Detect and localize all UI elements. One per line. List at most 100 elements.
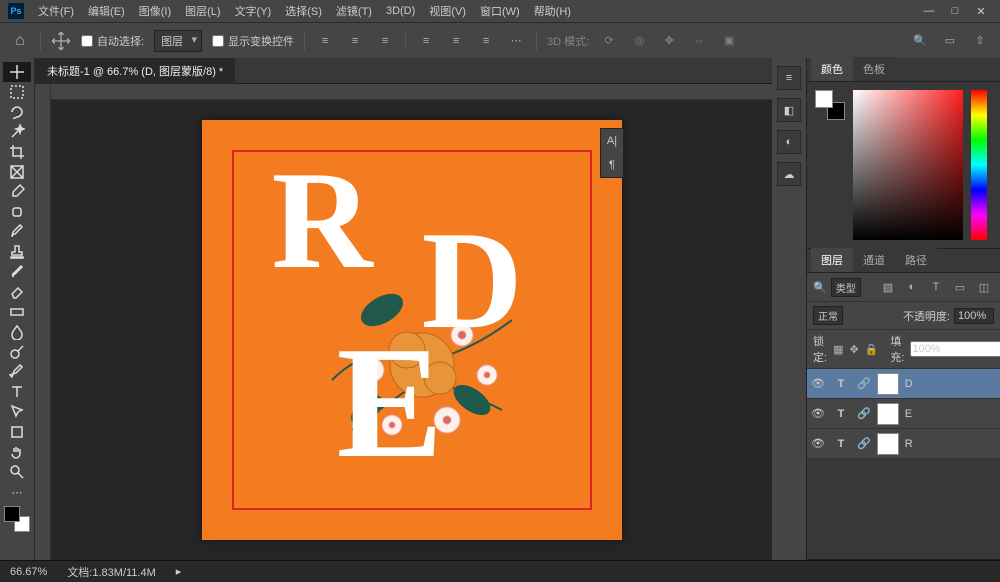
layer-name[interactable]: D — [905, 378, 913, 390]
menu-3d[interactable]: 3D(D) — [380, 3, 421, 19]
foreground-background-swatches[interactable] — [4, 506, 30, 536]
fill-input[interactable] — [910, 341, 1000, 357]
history-brush-tool[interactable] — [3, 262, 31, 282]
show-transform-checkbox[interactable]: 显示变换控件 — [212, 33, 294, 49]
visibility-icon[interactable]: 👁 — [811, 407, 825, 420]
menu-filter[interactable]: 滤镜(T) — [330, 1, 378, 21]
color-panel: 颜色 色板 — [807, 58, 1000, 249]
align-center-v-icon[interactable]: ≡ — [446, 31, 466, 51]
share-icon[interactable]: ⇧ — [970, 31, 990, 51]
workspace-icon[interactable]: ▭ — [940, 31, 960, 51]
move-tool[interactable] — [3, 62, 31, 82]
marquee-tool[interactable] — [3, 82, 31, 102]
filter-image-icon[interactable]: ▧ — [878, 277, 898, 297]
layer-row[interactable]: 👁 T 🔗 E — [807, 399, 1000, 429]
menu-select[interactable]: 选择(S) — [279, 1, 328, 21]
pen-tool[interactable] — [3, 362, 31, 382]
properties-icon[interactable]: ◧ — [777, 98, 801, 122]
shape-tool[interactable] — [3, 422, 31, 442]
layer-filter-type[interactable]: 类型 — [831, 278, 861, 297]
filter-adjust-icon[interactable]: ◐ — [902, 277, 922, 297]
menu-window[interactable]: 窗口(W) — [474, 1, 526, 21]
glyphs-mini-panel[interactable]: A| ¶ — [600, 128, 624, 178]
menu-bar: Ps 文件(F) 编辑(E) 图像(I) 图层(L) 文字(Y) 选择(S) 滤… — [0, 0, 1000, 22]
auto-select-checkbox[interactable]: 自动选择: — [81, 33, 144, 49]
canvas-viewport[interactable]: R D E A| ¶ — [51, 100, 772, 560]
tab-channels[interactable]: 通道 — [853, 248, 895, 272]
close-button[interactable]: ✕ — [974, 4, 988, 18]
maximize-button[interactable]: □ — [948, 4, 962, 18]
eraser-tool[interactable] — [3, 282, 31, 302]
blur-tool[interactable] — [3, 322, 31, 342]
tab-layers[interactable]: 图层 — [811, 248, 853, 272]
color-field[interactable] — [853, 90, 963, 240]
opacity-label: 不透明度: — [903, 308, 950, 324]
visibility-icon[interactable]: 👁 — [811, 377, 825, 390]
frame-tool[interactable] — [3, 162, 31, 182]
tab-swatches[interactable]: 色板 — [853, 57, 895, 81]
menu-help[interactable]: 帮助(H) — [528, 1, 577, 21]
healing-tool[interactable] — [3, 202, 31, 222]
layer-name[interactable]: R — [905, 438, 913, 450]
layer-row[interactable]: 👁 T 🔗 D — [807, 369, 1000, 399]
minimize-button[interactable]: — — [922, 4, 936, 18]
gradient-tool[interactable] — [3, 302, 31, 322]
hand-tool[interactable] — [3, 442, 31, 462]
history-icon[interactable]: ≡ — [777, 66, 801, 90]
adjustments-icon[interactable]: ◐ — [777, 130, 801, 154]
layer-row[interactable]: 👁 T 🔗 R — [807, 429, 1000, 459]
menu-edit[interactable]: 编辑(E) — [82, 1, 131, 21]
align-center-h-icon[interactable]: ≡ — [345, 31, 365, 51]
type-layer-icon: T — [831, 438, 851, 450]
glyphs-pilcrow-icon: ¶ — [609, 159, 615, 171]
document-size[interactable]: 文档:1.83M/11.4M — [67, 564, 155, 580]
menu-view[interactable]: 视图(V) — [423, 1, 472, 21]
align-right-icon[interactable]: ≡ — [375, 31, 395, 51]
layer-mask-thumb[interactable] — [877, 403, 899, 425]
type-tool[interactable] — [3, 382, 31, 402]
libraries-icon[interactable]: ☁ — [777, 162, 801, 186]
crop-tool[interactable] — [3, 142, 31, 162]
filter-type-icon[interactable]: T — [926, 277, 946, 297]
align-top-icon[interactable]: ≡ — [416, 31, 436, 51]
layer-name[interactable]: E — [905, 408, 912, 420]
menu-layer[interactable]: 图层(L) — [179, 1, 226, 21]
menu-file[interactable]: 文件(F) — [32, 1, 80, 21]
lock-all-icon[interactable]: 🔒 — [865, 339, 879, 359]
more-align-icon[interactable]: ⋯ — [506, 31, 526, 51]
document-canvas[interactable]: R D E — [202, 120, 622, 540]
type-layer-icon: T — [831, 378, 851, 390]
auto-select-target-dropdown[interactable]: 图层 — [154, 30, 202, 52]
auto-select-label: 自动选择: — [97, 33, 144, 49]
visibility-icon[interactable]: 👁 — [811, 437, 825, 450]
color-swatches[interactable] — [815, 90, 845, 120]
dodge-tool[interactable] — [3, 342, 31, 362]
document-tab[interactable]: 未标题-1 @ 66.7% (D, 图层蒙版/8) * — [35, 58, 235, 84]
magic-wand-tool[interactable] — [3, 122, 31, 142]
blend-mode-dropdown[interactable]: 正常 — [813, 306, 843, 325]
lasso-tool[interactable] — [3, 102, 31, 122]
opacity-input[interactable] — [954, 308, 994, 324]
lock-pixels-icon[interactable]: ▦ — [833, 339, 843, 359]
brush-tool[interactable] — [3, 222, 31, 242]
align-left-icon[interactable]: ≡ — [315, 31, 335, 51]
eyedropper-tool[interactable] — [3, 182, 31, 202]
stamp-tool[interactable] — [3, 242, 31, 262]
align-bottom-icon[interactable]: ≡ — [476, 31, 496, 51]
menu-type[interactable]: 文字(Y) — [229, 1, 278, 21]
zoom-tool[interactable] — [3, 462, 31, 482]
tab-paths[interactable]: 路径 — [895, 248, 937, 272]
menu-image[interactable]: 图像(I) — [133, 1, 177, 21]
lock-position-icon[interactable]: ✥ — [849, 339, 858, 359]
zoom-level[interactable]: 66.67% — [10, 566, 47, 578]
hue-slider[interactable] — [971, 90, 987, 240]
home-icon[interactable]: ⌂ — [10, 31, 30, 51]
search-icon[interactable]: 🔍 — [910, 31, 930, 51]
filter-smart-icon[interactable]: ◫ — [974, 277, 994, 297]
layer-mask-thumb[interactable] — [877, 433, 899, 455]
path-select-tool[interactable] — [3, 402, 31, 422]
layer-mask-thumb[interactable] — [877, 373, 899, 395]
tab-color[interactable]: 颜色 — [811, 57, 853, 81]
filter-shape-icon[interactable]: ▭ — [950, 277, 970, 297]
edit-toolbar[interactable]: ⋯ — [3, 482, 31, 502]
